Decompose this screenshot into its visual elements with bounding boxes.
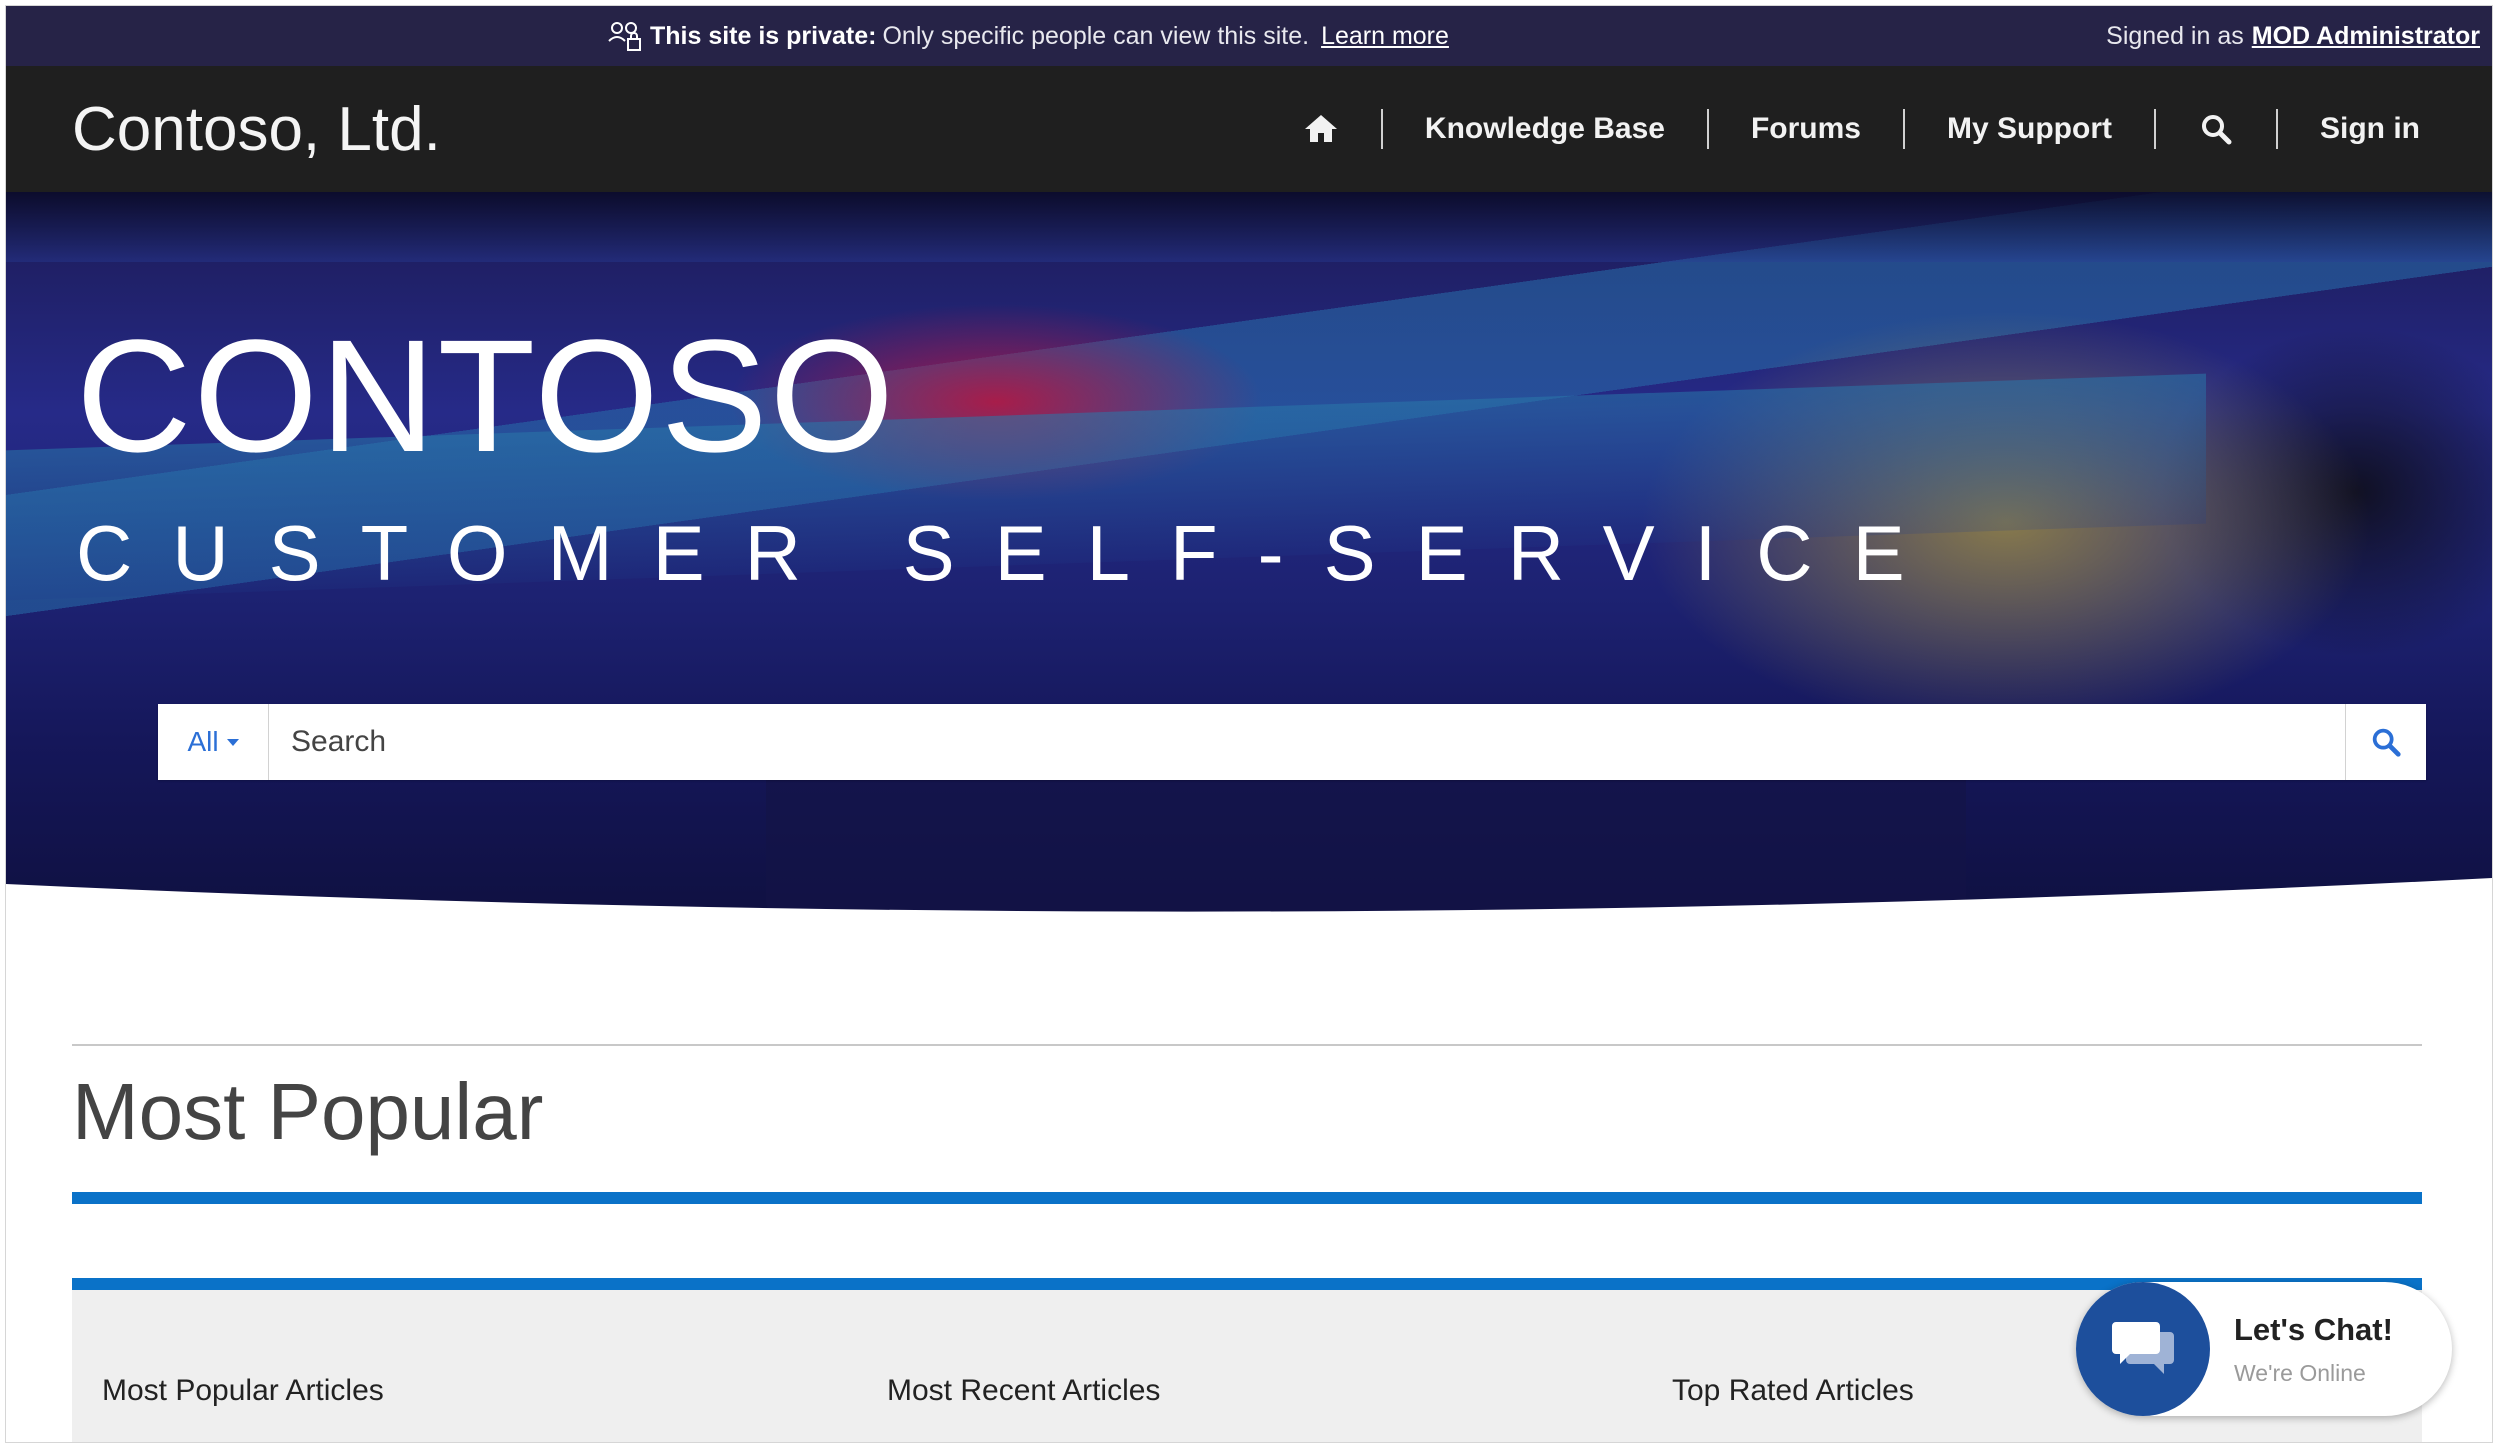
chat-widget[interactable]: Let's Chat! We're Online [2076, 1282, 2452, 1416]
chat-button[interactable] [2076, 1282, 2210, 1416]
signed-in-status: Signed in as MOD Administrator [2106, 6, 2480, 66]
chat-title: Let's Chat! [2234, 1312, 2393, 1347]
search-filter-dropdown[interactable]: All [158, 704, 269, 780]
section-title: Most Popular [72, 1067, 544, 1156]
hero-subtitle: CUSTOMER SELF-SERVICE [76, 509, 1945, 597]
section-divider [72, 1044, 2422, 1046]
nav-forums[interactable]: Forums [1709, 112, 1903, 146]
main-nav: Knowledge Base Forums My Support Sign in [1261, 66, 2420, 192]
nav-search[interactable] [2156, 111, 2276, 147]
private-people-icon [608, 22, 641, 51]
nav-knowledge-base[interactable]: Knowledge Base [1383, 112, 1707, 146]
tab-most-popular-articles[interactable]: Most Popular Articles [102, 1374, 384, 1408]
chat-status: We're Online [2234, 1360, 2366, 1386]
hero-banner: CONTOSO CUSTOMER SELF-SERVICE All [6, 192, 2492, 924]
section-accent-rule [72, 1192, 2422, 1204]
private-site-banner: This site is private: Only specific peop… [6, 6, 2492, 66]
learn-more-link[interactable]: Learn more [1321, 22, 1449, 51]
user-name-link[interactable]: MOD Administrator [2252, 22, 2480, 51]
search-icon [2202, 115, 2232, 145]
page-frame: This site is private: Only specific peop… [6, 6, 2492, 1442]
home-icon [1304, 115, 1337, 142]
search-button[interactable] [2345, 704, 2426, 780]
search-input[interactable] [269, 704, 2345, 780]
signed-in-prefix: Signed in as [2106, 21, 2244, 50]
search-filter-label: All [187, 726, 219, 757]
nav-sign-in[interactable]: Sign in [2278, 112, 2420, 146]
search-bar: All [158, 704, 2426, 780]
private-label: This site is private: [650, 21, 877, 50]
site-header: Contoso, Ltd. Knowledge Base Forums My S… [6, 66, 2492, 192]
brand-logo-text[interactable]: Contoso, Ltd. [72, 94, 441, 165]
tab-top-rated-articles[interactable]: Top Rated Articles [1672, 1374, 1914, 1408]
nav-home[interactable] [1261, 111, 1381, 147]
tab-most-recent-articles[interactable]: Most Recent Articles [887, 1374, 1160, 1408]
chat-bubbles-icon [2112, 1322, 2174, 1374]
hero-title: CONTOSO [76, 306, 897, 485]
private-notice: This site is private: Only specific peop… [606, 6, 1449, 66]
article-tabs: Most Popular Articles Most Recent Articl… [72, 1278, 2422, 1442]
private-description: Only specific people can view this site. [882, 21, 1310, 50]
caret-down-icon [226, 738, 239, 746]
nav-my-support[interactable]: My Support [1905, 112, 2154, 146]
search-icon [2372, 728, 2401, 757]
